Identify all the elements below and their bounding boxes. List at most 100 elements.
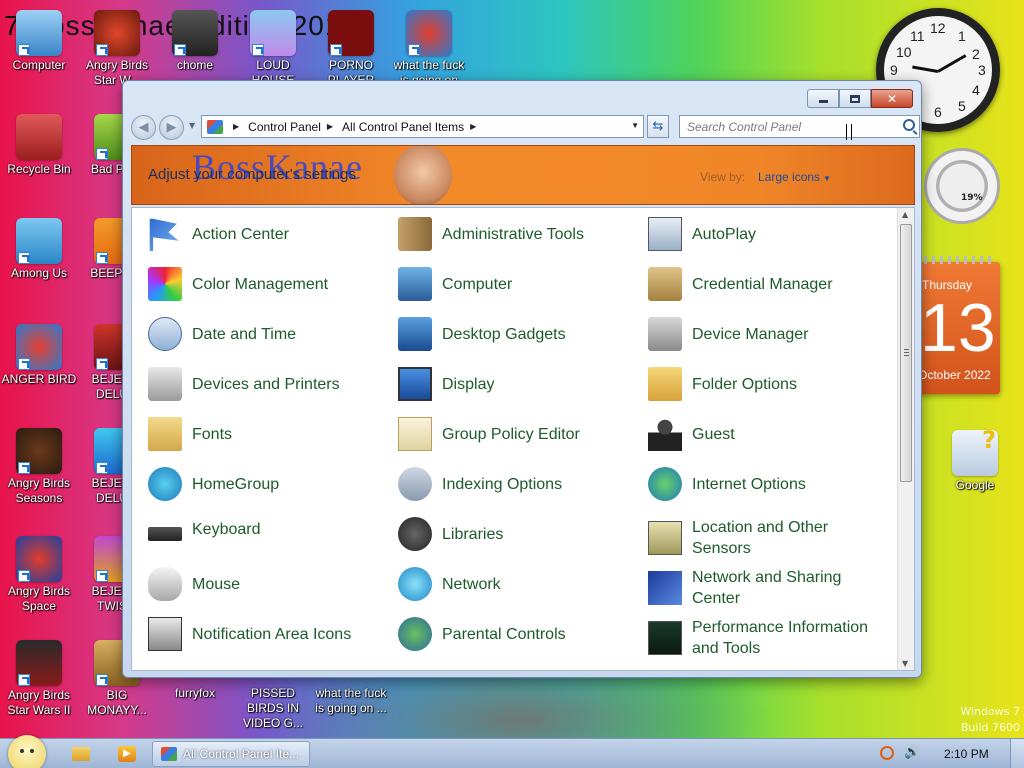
cp-item-indexing-options[interactable]: Indexing Options (398, 467, 562, 501)
breadcrumb-separator[interactable]: ▶ (327, 122, 333, 131)
desktop-icon-recycle-bin[interactable]: Recycle Bin (0, 114, 78, 177)
close-button[interactable]: ✕ (871, 89, 913, 108)
cp-item-date-and-time[interactable]: Date and Time (148, 317, 296, 351)
desktop-icon-furryfox[interactable]: furryfox (156, 686, 234, 701)
forward-button[interactable]: ▶ (159, 115, 184, 140)
scroll-down-icon[interactable]: ▼ (902, 659, 908, 668)
desktop-icon-what-the-fuck[interactable]: what the fuck is going on (390, 10, 468, 88)
cp-item-autoplay[interactable]: AutoPlay (648, 217, 756, 251)
cp-item-administrative-tools[interactable]: Administrative Tools (398, 217, 584, 251)
show-desktop-button[interactable] (1010, 739, 1024, 768)
recent-pages-dropdown[interactable]: ▼ (189, 121, 195, 130)
printer-icon (148, 367, 182, 401)
desktop-icon-angry-birds-star-wars-2[interactable]: Angry Birds Star Wars II (0, 640, 78, 718)
search-box[interactable] (679, 115, 920, 138)
cp-item-notification-area-icons[interactable]: Notification Area Icons (148, 617, 372, 651)
desktop-icon-angry-birds-space[interactable]: Angry Birds Space (0, 536, 78, 614)
cp-item-internet-options[interactable]: Internet Options (648, 467, 806, 501)
calendar-gadget[interactable]: Thursday 13 October 2022 (918, 256, 1000, 394)
cp-item-performance-information-and-tools[interactable]: Performance Information and Tools (648, 617, 872, 659)
cp-item-group-policy-editor[interactable]: Group Policy Editor (398, 417, 580, 451)
cp-item-credential-manager[interactable]: Credential Manager (648, 267, 833, 301)
scrollbar-thumb[interactable] (900, 224, 912, 482)
cp-item-computer[interactable]: Computer (398, 267, 512, 301)
recycle-bin-icon (16, 114, 62, 160)
cp-item-label: Indexing Options (442, 475, 563, 493)
desktop-icon-porno-player[interactable]: PORNO PLAYER (312, 10, 390, 88)
media-player-pinned-button[interactable]: ▶ (112, 743, 142, 765)
cp-item-mouse[interactable]: Mouse (148, 567, 240, 601)
cp-item-label: Keyboard (192, 520, 261, 538)
cp-item-display[interactable]: Display (398, 367, 494, 401)
cp-item-network-and-sharing-center[interactable]: Network and Sharing Center (648, 567, 872, 609)
volume-icon[interactable]: 🔊 (904, 745, 920, 760)
banner-face-image (394, 146, 452, 204)
device-manager-icon (648, 317, 682, 351)
desktop-icon-computer[interactable]: Computer (0, 10, 78, 73)
view-by-dropdown[interactable]: Large icons ▼ (758, 170, 831, 184)
cpu-meter-gadget[interactable]: 19% (924, 148, 1000, 224)
desktop-icon-anger-bird[interactable]: ANGER BIRD (0, 324, 78, 387)
desktop-icon-angry-birds-seasons[interactable]: Angry Birds Seasons (0, 428, 78, 506)
star-wars-ii-icon (16, 640, 62, 686)
tools-icon (398, 217, 432, 251)
desktop-icon-chome[interactable]: chome (156, 10, 234, 73)
cp-item-label: Guest (692, 425, 735, 443)
cp-item-location-and-other-sensors[interactable]: Location and Other Sensors (648, 517, 872, 559)
cp-item-libraries[interactable]: Libraries (398, 517, 503, 551)
desktop-icon-angry-birds-star-wars[interactable]: Angry Birds Star W... (78, 10, 156, 88)
cp-item-action-center[interactable]: Action Center (148, 217, 289, 251)
cp-item-parental-controls[interactable]: Parental Controls (398, 617, 566, 651)
close-icon: ✕ (886, 91, 898, 106)
taskbar-control-panel-button[interactable]: All Control Panel Ite... (152, 741, 310, 767)
cp-item-network[interactable]: Network (398, 567, 501, 601)
network-tray-icon[interactable] (880, 745, 894, 760)
notification-icon (148, 617, 182, 651)
breadcrumb-separator[interactable]: ▶ (233, 122, 239, 131)
search-icon[interactable] (903, 119, 915, 131)
scroll-up-icon[interactable]: ▲ (902, 210, 908, 219)
cp-item-device-manager[interactable]: Device Manager (648, 317, 809, 351)
back-button[interactable]: ◀ (131, 115, 156, 140)
cp-item-desktop-gadgets[interactable]: Desktop Gadgets (398, 317, 566, 351)
angry-birds-icon (94, 10, 140, 56)
calendar-month-year: October 2022 (918, 368, 991, 382)
cp-item-devices-and-printers[interactable]: Devices and Printers (148, 367, 340, 401)
cp-item-color-management[interactable]: Color Management (148, 267, 328, 301)
control-panel-window[interactable]: ✕ ◀ ▶ ▼ ▶ Control Panel ▶ All Control Pa… (122, 80, 922, 678)
clock-calendar-icon (148, 317, 182, 351)
desktop-icon-google[interactable]: ? Google (936, 426, 1014, 493)
breadcrumb-control-panel[interactable]: Control Panel (248, 120, 321, 134)
breadcrumb-all-items[interactable]: All Control Panel Items (342, 120, 464, 134)
cp-item-homegroup[interactable]: HomeGroup (148, 467, 279, 501)
maximize-button[interactable] (839, 89, 871, 108)
start-button[interactable] (8, 735, 46, 768)
taskbar-clock[interactable]: 2:10 PM (944, 747, 989, 761)
address-dropdown-icon[interactable]: ▼ (631, 121, 639, 130)
folder-options-icon (648, 367, 682, 401)
explorer-pinned-button[interactable] (66, 743, 96, 765)
back-arrow-icon: ◀ (138, 120, 149, 135)
refresh-icon: ⇆ (652, 119, 664, 134)
cp-item-keyboard[interactable]: Keyboard (148, 517, 261, 541)
cp-item-label: Mouse (192, 575, 241, 593)
desktop-icon-loud-house[interactable]: LOUD HOUSE (234, 10, 312, 88)
search-input[interactable] (680, 116, 890, 138)
cp-item-fonts[interactable]: Fonts (148, 417, 232, 451)
vertical-scrollbar[interactable]: ▲ ▼ (897, 208, 914, 670)
computer-icon (398, 267, 432, 301)
desktop-icon-pissed-birds[interactable]: PISSED BIRDS IN VIDEO G... (234, 686, 312, 731)
minimize-button[interactable] (807, 89, 839, 108)
folder-icon (72, 747, 90, 761)
desktop-icon-what-the-fuck-2[interactable]: what the fuck is going on ... (312, 686, 390, 716)
minimize-icon (818, 100, 828, 103)
flag-icon (149, 218, 179, 251)
desktop-icon-among-us[interactable]: Among Us (0, 218, 78, 281)
libraries-icon (398, 517, 432, 551)
address-bar[interactable]: ▶ Control Panel ▶ All Control Panel Item… (201, 115, 644, 138)
homegroup-icon (148, 467, 182, 501)
breadcrumb-separator[interactable]: ▶ (470, 122, 476, 131)
cp-item-folder-options[interactable]: Folder Options (648, 367, 797, 401)
cp-item-guest[interactable]: Guest (648, 417, 735, 451)
refresh-button[interactable]: ⇆ (647, 115, 669, 138)
